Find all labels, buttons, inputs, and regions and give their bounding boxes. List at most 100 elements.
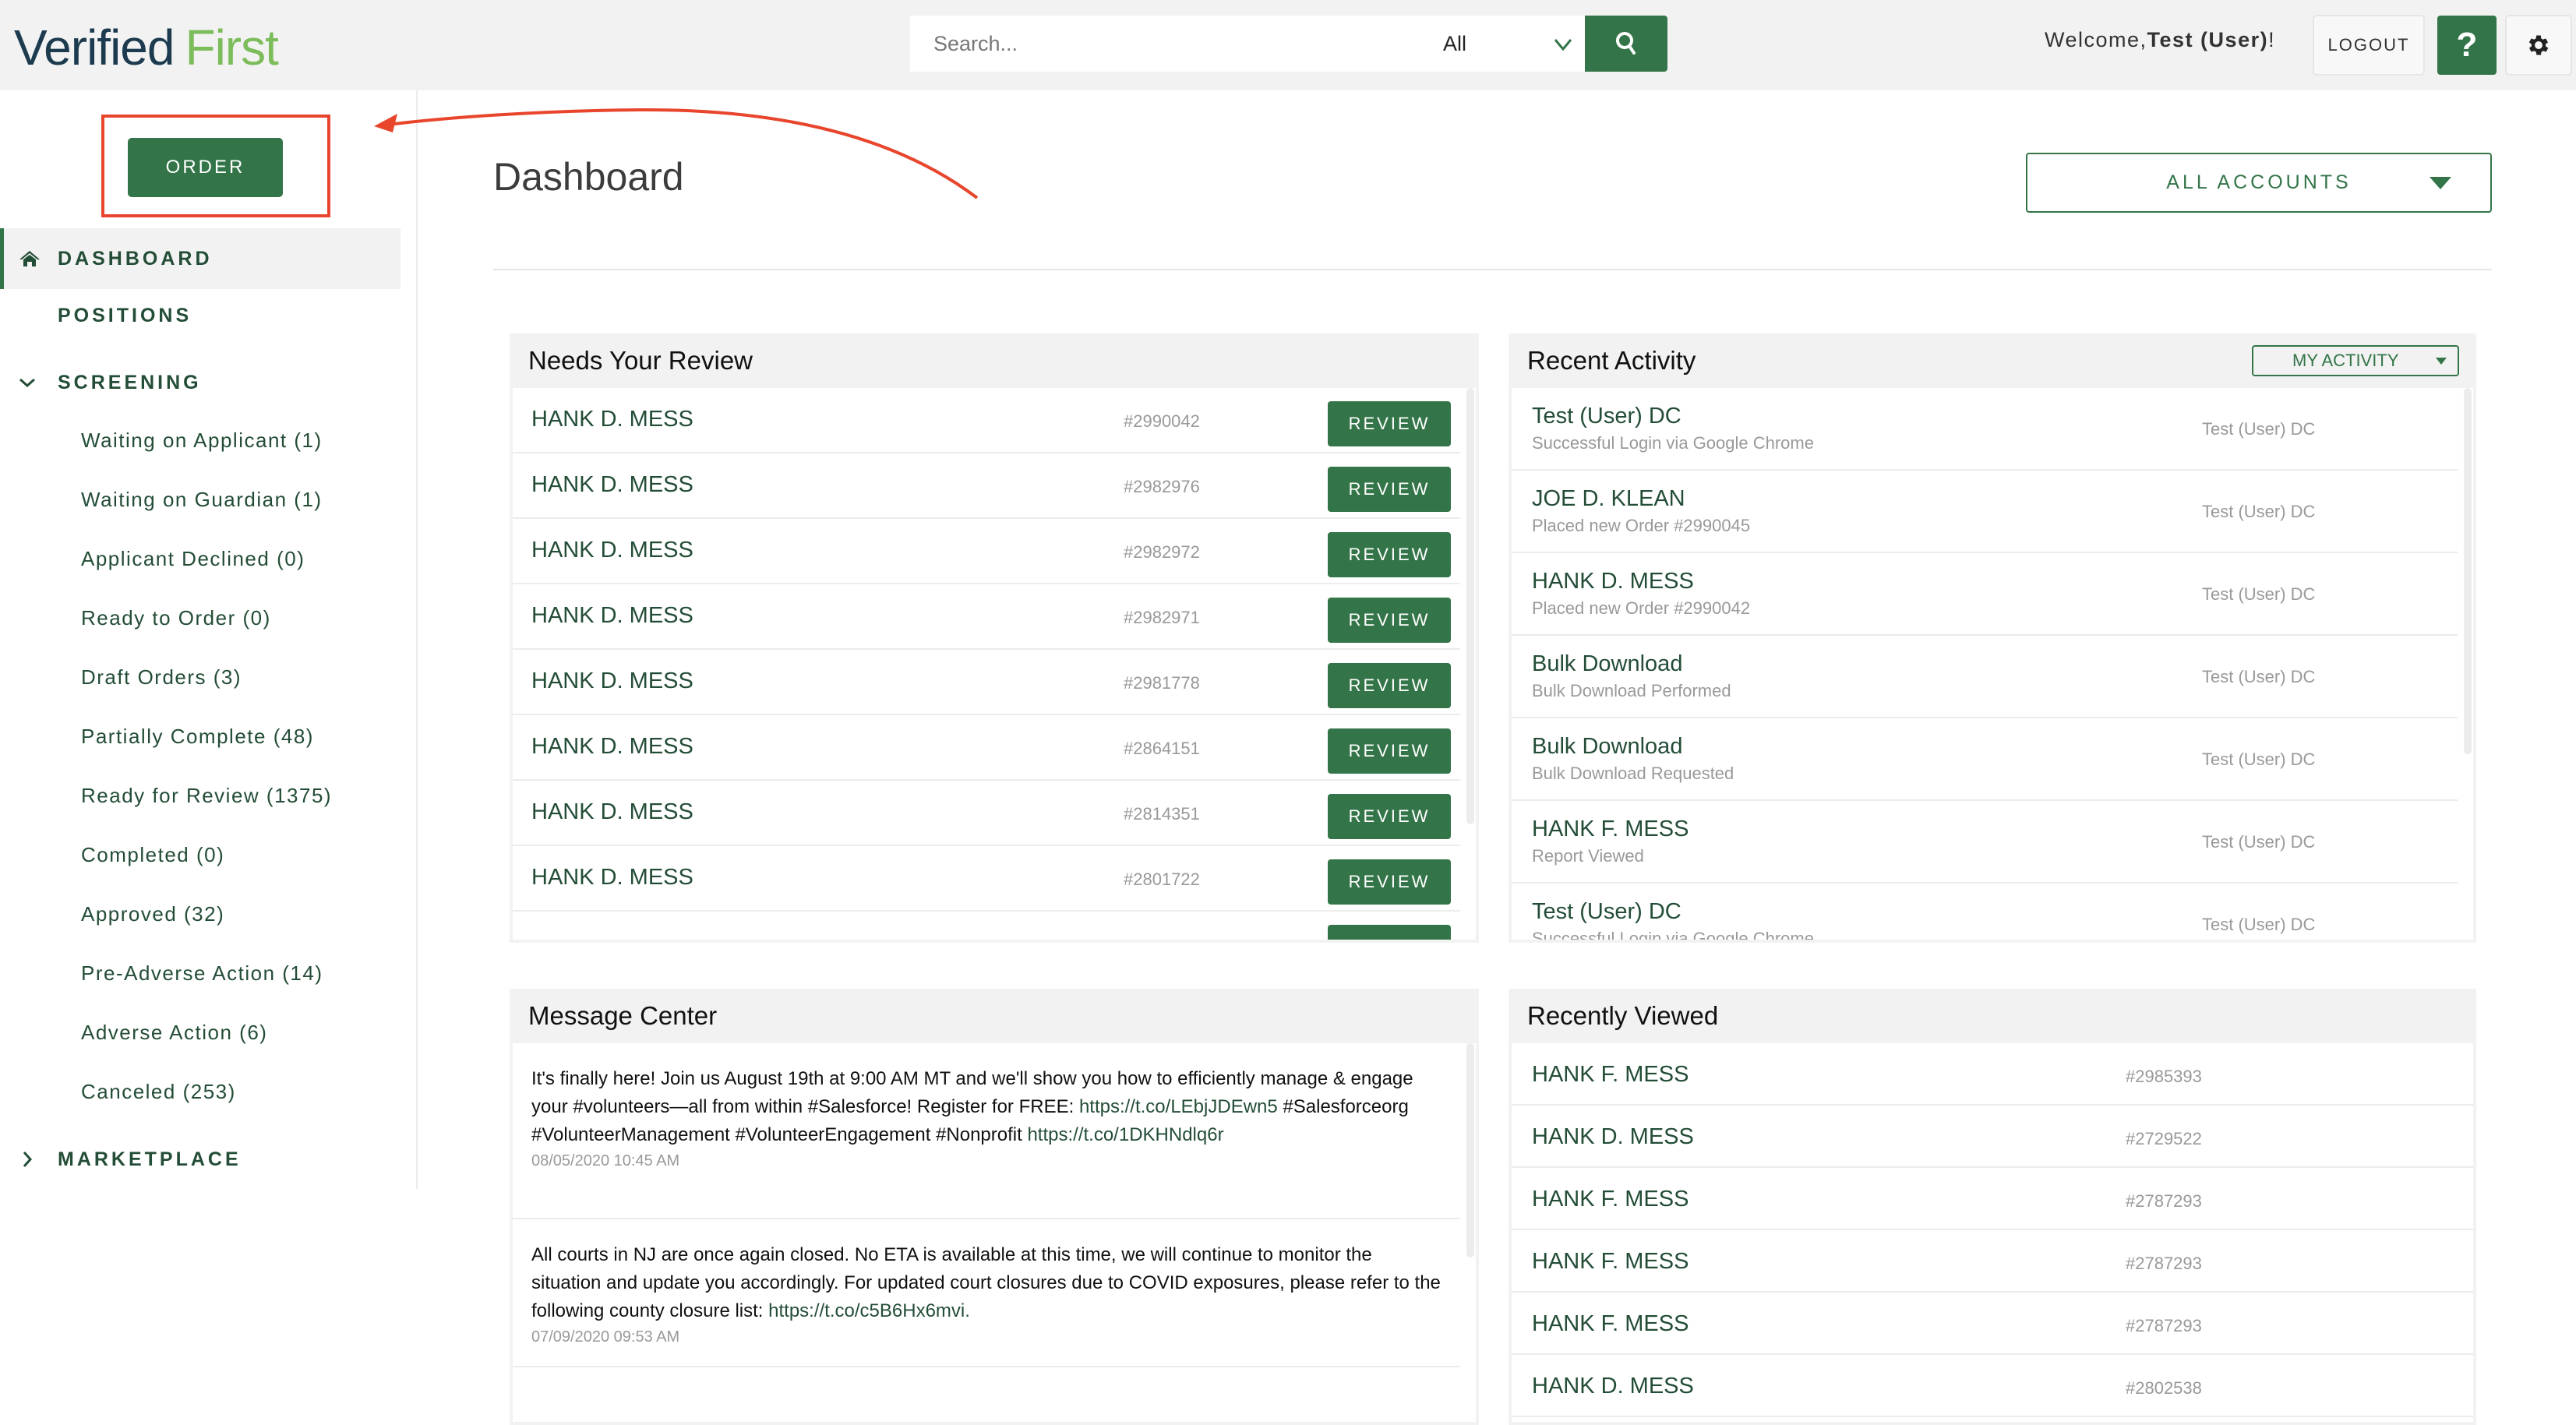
activity-user: Test (User) DC xyxy=(2202,750,2316,769)
sidebar-subitem-waiting-applicant[interactable]: Waiting on Applicant (1) xyxy=(81,429,323,453)
sidebar-subitem-pre-adverse-action[interactable]: Pre-Adverse Action (14) xyxy=(81,961,323,986)
order-number: #2814351 xyxy=(1124,804,1200,824)
sidebar-item-positions[interactable]: POSITIONS xyxy=(0,285,401,346)
help-button[interactable]: ? xyxy=(2437,16,2497,75)
search-scope-select[interactable]: All xyxy=(1443,16,1583,72)
needs-review-panel: Needs Your Review HANK D. MESS #2990042 RE… xyxy=(510,333,1479,943)
activity-title[interactable]: Test (User) DC xyxy=(1532,899,1681,925)
applicant-name[interactable]: HANK D. MESS xyxy=(1532,1374,1694,1399)
settings-button[interactable] xyxy=(2505,15,2572,76)
message-list: It's finally here! Join us August 19th a… xyxy=(513,1043,1476,1422)
activity-title[interactable]: JOE D. KLEAN xyxy=(1532,486,1685,512)
review-button[interactable]: REVIEW xyxy=(1328,794,1451,839)
sidebar-subitem-completed[interactable]: Completed (0) xyxy=(81,843,224,867)
scrollbar-thumb[interactable] xyxy=(1466,1043,1474,1257)
activity-row: HANK F. MESS Report Viewed Test (User) DC xyxy=(1512,801,2458,884)
activity-title[interactable]: Bulk Download xyxy=(1532,734,1682,760)
sidebar-item-screening[interactable]: SCREENING xyxy=(0,352,401,413)
review-button[interactable]: REVIEW xyxy=(1328,467,1451,512)
activity-description: Placed new Order #2990042 xyxy=(1532,598,1751,618)
message-link[interactable]: https://t.co/c5B6Hx6mvi. xyxy=(768,1300,970,1321)
sidebar-item-dashboard[interactable]: DASHBOARD xyxy=(0,228,401,289)
review-row: HANK D. MESS #2982976 REVIEW xyxy=(513,453,1460,519)
activity-title[interactable]: HANK F. MESS xyxy=(1532,817,1689,842)
recent-activity-panel: Recent Activity MY ACTIVITY Test (User) … xyxy=(1509,333,2476,943)
recently-viewed-row: HANK D. MESS #2802538 xyxy=(1512,1355,2473,1417)
applicant-name[interactable]: HANK F. MESS xyxy=(1532,1249,1689,1275)
review-row: HANK D. MESS #2864151 REVIEW xyxy=(513,715,1460,781)
activity-filter-dropdown[interactable]: MY ACTIVITY xyxy=(2252,345,2459,376)
sidebar-subitem-partially-complete[interactable]: Partially Complete (48) xyxy=(81,725,314,749)
review-row: REVIEW xyxy=(513,912,1460,940)
applicant-name[interactable]: HANK D. MESS xyxy=(531,603,693,629)
applicant-name[interactable]: HANK D. MESS xyxy=(531,407,693,432)
scrollbar[interactable] xyxy=(1463,1043,1476,1422)
review-button[interactable]: REVIEW xyxy=(1328,532,1451,577)
review-button[interactable]: REVIEW xyxy=(1328,859,1451,905)
applicant-name[interactable]: HANK D. MESS xyxy=(531,538,693,563)
activity-filter-value: MY ACTIVITY xyxy=(2292,351,2399,370)
chevron-down-icon xyxy=(19,378,35,388)
verified-first-logo[interactable]: Verified First xyxy=(14,14,279,76)
review-button[interactable]: REVIEW xyxy=(1328,663,1451,708)
applicant-name[interactable]: HANK D. MESS xyxy=(531,668,693,694)
sidebar-subitem-approved[interactable]: Approved (32) xyxy=(81,902,224,926)
message-item: All courts in NJ are once again closed. … xyxy=(513,1219,1460,1367)
review-row: HANK D. MESS #2982971 REVIEW xyxy=(513,584,1460,650)
applicant-name[interactable]: HANK F. MESS xyxy=(1532,1187,1689,1212)
sidebar-subitem-applicant-declined[interactable]: Applicant Declined (0) xyxy=(81,547,305,571)
review-button[interactable]: REVIEW xyxy=(1328,925,1451,940)
review-button[interactable]: REVIEW xyxy=(1328,598,1451,643)
order-number: #2982972 xyxy=(1124,542,1200,562)
sidebar-subitem-waiting-guardian[interactable]: Waiting on Guardian (1) xyxy=(81,488,323,512)
applicant-name[interactable]: HANK F. MESS xyxy=(1532,1311,1689,1337)
activity-description: Placed new Order #2990045 xyxy=(1532,516,1751,535)
message-link[interactable]: https://t.co/LEbjJDEwn5 xyxy=(1079,1096,1278,1117)
applicant-name[interactable]: HANK F. MESS xyxy=(1532,1062,1689,1088)
order-number: #2729522 xyxy=(2126,1129,2202,1148)
caret-down-icon xyxy=(2430,177,2451,189)
activity-description: Bulk Download Performed xyxy=(1532,681,1731,700)
scrollbar[interactable] xyxy=(2461,388,2473,940)
activity-row: JOE D. KLEAN Placed new Order #2990045 Tes… xyxy=(1512,471,2458,553)
chevron-right-icon xyxy=(23,1152,33,1167)
applicant-name[interactable]: HANK D. MESS xyxy=(531,799,693,825)
review-button[interactable]: REVIEW xyxy=(1328,401,1451,446)
message-link[interactable]: https://t.co/1DKHNdlq6r xyxy=(1027,1124,1223,1145)
recent-activity-list: Test (User) DC Successful Login via Googl… xyxy=(1512,388,2473,940)
activity-user: Test (User) DC xyxy=(2202,667,2316,686)
activity-title[interactable]: Bulk Download xyxy=(1532,651,1682,677)
applicant-name[interactable]: HANK D. MESS xyxy=(1532,1124,1694,1150)
logo-text-first: First xyxy=(185,19,278,76)
all-accounts-dropdown[interactable]: ALL ACCOUNTS xyxy=(2026,153,2492,213)
applicant-name[interactable]: HANK D. MESS xyxy=(531,734,693,760)
logout-button[interactable]: LOGOUT xyxy=(2313,15,2425,76)
sidebar-item-label: MARKETPLACE xyxy=(58,1148,242,1170)
activity-title[interactable]: Test (User) DC xyxy=(1532,404,1681,429)
activity-row: Bulk Download Bulk Download Requested Test… xyxy=(1512,718,2458,801)
sidebar-subitem-adverse-action[interactable]: Adverse Action (6) xyxy=(81,1021,267,1045)
sidebar-item-label: POSITIONS xyxy=(58,304,192,326)
sidebar-subitem-draft-orders[interactable]: Draft Orders (3) xyxy=(81,665,242,690)
sidebar-item-marketplace[interactable]: MARKETPLACE xyxy=(0,1129,401,1190)
order-number: #2801722 xyxy=(1124,869,1200,889)
applicant-name[interactable]: HANK D. MESS xyxy=(531,865,693,891)
scrollbar-thumb[interactable] xyxy=(2464,388,2472,754)
recently-viewed-row: HANK F. MESS #2787293 xyxy=(1512,1293,2473,1355)
sidebar-subitem-ready-to-order[interactable]: Ready to Order (0) xyxy=(81,606,271,630)
scrollbar-thumb[interactable] xyxy=(1466,388,1474,824)
review-button[interactable]: REVIEW xyxy=(1328,728,1451,774)
scrollbar[interactable] xyxy=(1463,388,1476,940)
activity-title[interactable]: HANK D. MESS xyxy=(1532,569,1694,594)
message-center-panel: Message Center It's finally here! Join u… xyxy=(510,989,1479,1425)
applicant-name[interactable]: HANK D. MESS xyxy=(531,472,693,498)
sidebar-subitem-canceled[interactable]: Canceled (253) xyxy=(81,1080,236,1104)
activity-user: Test (User) DC xyxy=(2202,584,2316,604)
search-input[interactable] xyxy=(910,16,1378,71)
search-button[interactable] xyxy=(1585,16,1667,72)
activity-description: Report Viewed xyxy=(1532,846,1644,866)
activity-row: Test (User) DC Successful Login via Googl… xyxy=(1512,388,2458,471)
message-text: All courts in NJ are once again closed. … xyxy=(531,1244,1441,1321)
sidebar-subitem-ready-for-review[interactable]: Ready for Review (1375) xyxy=(81,784,332,808)
order-button[interactable]: ORDER xyxy=(128,138,283,197)
